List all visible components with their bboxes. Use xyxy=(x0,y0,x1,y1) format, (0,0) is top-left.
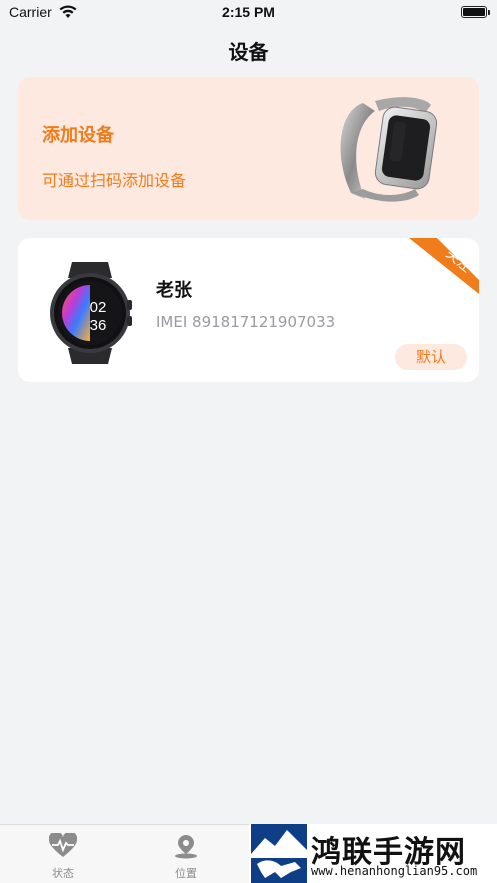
add-device-card[interactable]: 添加设备 可通过扫码添加设备 xyxy=(18,77,479,220)
device-imei: IMEI 891817121907033 xyxy=(156,313,336,331)
tab-status-label: 状态 xyxy=(52,867,74,880)
device-card[interactable]: 02 36 老张 IMEI 891817121907033 默认 关注 xyxy=(18,238,479,382)
battery-icon xyxy=(461,6,490,18)
tab-status[interactable]: 状态 xyxy=(33,831,93,881)
device-screen: Carrier 2:15 PM 设备 添加设备 可通过扫码添加设备 02 36 … xyxy=(0,0,497,883)
watch-hour-text: 02 xyxy=(90,299,107,316)
watermark-banner: 鸿联手游网 www.henanhonglian95.com xyxy=(249,824,497,883)
default-badge[interactable]: 默认 xyxy=(395,344,467,370)
site-logo xyxy=(251,824,307,883)
watch-minute-text: 36 xyxy=(90,317,107,334)
band-watch-image xyxy=(335,93,445,209)
add-device-title: 添加设备 xyxy=(42,125,114,146)
page-title: 设备 xyxy=(228,40,269,64)
device-name: 老张 xyxy=(156,280,192,301)
status-bar: Carrier 2:15 PM xyxy=(0,0,497,26)
location-pin-icon xyxy=(172,835,200,863)
clock-time: 2:15 PM xyxy=(222,4,275,20)
heart-pulse-icon xyxy=(48,831,78,863)
round-watch-image: 02 36 xyxy=(48,260,132,370)
tab-location-label: 位置 xyxy=(175,867,197,880)
watermark-url: www.henanhonglian95.com xyxy=(311,864,478,878)
tab-location[interactable]: 位置 xyxy=(156,833,216,881)
follow-ribbon: 关注 xyxy=(409,238,479,294)
add-device-subtitle: 可通过扫码添加设备 xyxy=(42,171,187,190)
